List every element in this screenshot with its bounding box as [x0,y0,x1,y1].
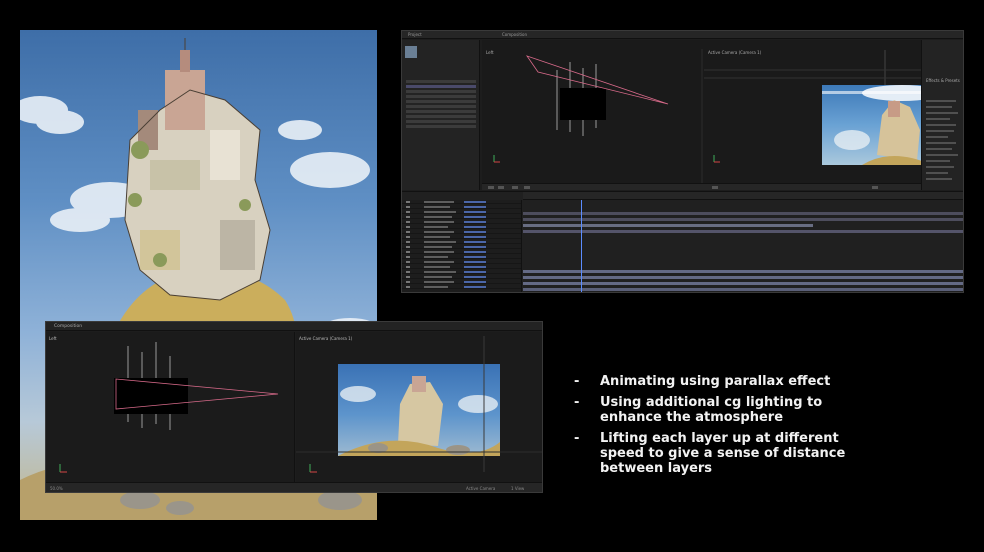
layer-row[interactable] [402,255,521,259]
layer-row[interactable] [402,215,521,219]
effect-item[interactable] [926,106,952,108]
menu-bar: Project Composition [402,31,963,39]
project-thumbnail [405,46,417,58]
layer-row[interactable] [402,225,521,229]
effects-presets-panel: Effects & Presets [921,40,963,190]
zoom-level[interactable]: 50.0% [50,486,63,491]
project-item[interactable] [406,95,476,98]
effect-item[interactable] [926,178,952,180]
layer-bar[interactable] [523,212,963,215]
layer-row[interactable] [402,205,521,209]
after-effects-main-window: Project Composition Left Active Camera (… [401,30,964,293]
project-item[interactable] [406,110,476,113]
bullet-text: Using additional cg lighting to enhance … [600,395,823,425]
project-item[interactable] [406,80,476,83]
layer-bar[interactable] [523,288,963,291]
layer-bars [523,200,963,292]
layer-row[interactable] [402,230,521,234]
layer-bar[interactable] [523,218,963,221]
after-effects-comp-viewer: Composition Left Active Camera (Camera 1… [45,321,543,493]
effect-item[interactable] [926,112,958,114]
effect-item[interactable] [926,172,948,174]
bullet-marker: - [574,395,580,410]
project-item[interactable] [406,100,476,103]
bullet-marker: - [574,374,580,389]
layer-row[interactable] [402,240,521,244]
feature-bullet-list: - Animating using parallax effect - Using … [574,374,874,482]
layer-row[interactable] [402,270,521,274]
resolution-button[interactable] [498,186,504,189]
effect-item[interactable] [926,160,950,162]
bullet-item: - Animating using parallax effect [574,374,874,389]
effect-item[interactable] [926,154,958,156]
composition-tab[interactable]: Composition [54,324,82,329]
project-item[interactable] [406,125,476,128]
viewer-guides [296,336,542,473]
layer-list [402,200,522,292]
bullet-item: - Using additional cg lighting to enhance… [574,395,874,425]
layer-bar[interactable] [523,230,963,233]
layer-row[interactable] [402,210,521,214]
effect-item[interactable] [926,166,954,168]
project-panel [402,40,480,190]
layer-bar[interactable] [523,270,963,273]
layer-row[interactable] [402,250,521,254]
layer-row[interactable] [402,280,521,284]
effect-item[interactable] [926,118,950,120]
project-item[interactable] [406,105,476,108]
zoom-button-right[interactable] [712,186,718,189]
layer-row[interactable] [402,235,521,239]
effects-panel-title: Effects & Presets [926,78,960,83]
effect-item[interactable] [926,124,956,126]
layer-row[interactable] [402,200,521,204]
effect-item[interactable] [926,136,948,138]
camera-select[interactable] [872,186,878,189]
effect-item[interactable] [926,142,956,144]
view-layout-select[interactable]: 1 View [511,486,524,491]
time-ruler[interactable] [523,192,963,200]
layer-bar[interactable] [523,276,963,279]
viewer-header: Composition [46,322,542,331]
viewer-toolbar [482,183,922,190]
effect-item[interactable] [926,100,956,102]
project-item[interactable] [406,85,476,88]
camera-rig-diagram [59,342,279,473]
layer-bar[interactable] [523,224,813,227]
right-view: Active Camera (Camera 1) [296,332,542,484]
timeline-panel [402,191,963,292]
left-view: Left [46,332,295,484]
viewer-tab[interactable]: Composition [502,32,527,37]
playhead[interactable] [581,200,582,292]
layer-bar[interactable] [523,282,963,285]
bullet-marker: - [574,431,580,446]
grid-button[interactable] [512,186,518,189]
bullet-text: Animating using parallax effect [600,374,831,389]
zoom-button[interactable] [488,186,494,189]
project-item[interactable] [406,115,476,118]
effect-item[interactable] [926,130,954,132]
project-tab[interactable]: Project [408,32,422,37]
project-item[interactable] [406,90,476,93]
bullet-text: Lifting each layer up at different speed… [600,431,846,476]
layer-row[interactable] [402,260,521,264]
viewer-footer: 50.0% Active Camera 1 View [46,482,542,492]
composition-viewer: Left Active Camera (Camera 1) [482,40,963,190]
camera-select[interactable]: Active Camera [466,486,495,491]
snapshot-button[interactable] [524,186,530,189]
bullet-item: - Lifting each layer up at different spee… [574,431,874,476]
layer-row[interactable] [402,220,521,224]
layer-row[interactable] [402,275,521,279]
layer-row[interactable] [402,285,521,289]
layer-row[interactable] [402,265,521,269]
effect-item[interactable] [926,148,952,150]
project-item[interactable] [406,120,476,123]
layer-row[interactable] [402,245,521,249]
